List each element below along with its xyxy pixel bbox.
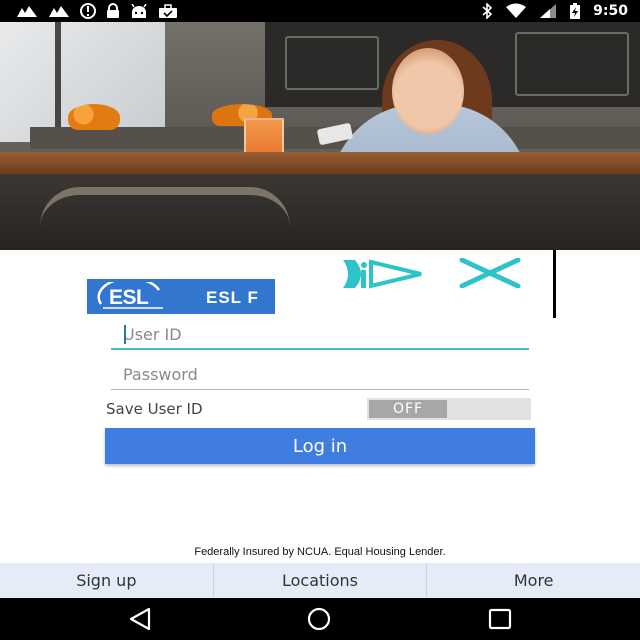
tab-sign-up[interactable]: Sign up bbox=[0, 563, 213, 598]
cell-signal-icon bbox=[540, 4, 557, 18]
alert-icon bbox=[80, 3, 96, 19]
back-icon[interactable] bbox=[127, 607, 153, 631]
text-cursor bbox=[124, 325, 126, 344]
status-bar: 9:50 bbox=[0, 0, 640, 22]
user-id-input[interactable] bbox=[111, 320, 529, 350]
home-icon[interactable] bbox=[306, 607, 332, 631]
login-button[interactable]: Log in bbox=[105, 428, 535, 464]
bluetooth-icon bbox=[482, 3, 493, 19]
logo-text: ESL bbox=[109, 286, 149, 309]
login-screen: 9:50 ESL ESL F User ID Save User ID OFF … bbox=[0, 0, 640, 640]
brand-title: ESL F bbox=[206, 288, 259, 307]
password-input[interactable] bbox=[111, 360, 529, 390]
wifi-icon bbox=[506, 3, 527, 18]
ad-play-icon[interactable] bbox=[337, 256, 427, 292]
lock-icon bbox=[107, 3, 119, 18]
ad-overlay[interactable] bbox=[275, 250, 556, 318]
save-user-id-label: Save User ID bbox=[106, 400, 203, 418]
status-system: 9:50 bbox=[481, 2, 628, 20]
briefcase-icon bbox=[159, 3, 177, 18]
battery-charging-icon bbox=[570, 3, 581, 19]
save-user-id-toggle[interactable]: OFF bbox=[367, 398, 531, 420]
clock: 9:50 bbox=[593, 3, 628, 19]
toggle-state: OFF bbox=[369, 400, 447, 418]
android-icon bbox=[131, 3, 147, 18]
hero-photo bbox=[0, 22, 640, 250]
tab-locations[interactable]: Locations bbox=[212, 563, 427, 598]
ncua-disclaimer: Federally Insured by NCUA. Equal Housing… bbox=[194, 546, 446, 558]
brand-banner: ESL ESL F bbox=[87, 279, 275, 314]
status-notifications bbox=[16, 3, 178, 19]
recents-icon[interactable] bbox=[487, 607, 513, 631]
ad-close-icon[interactable] bbox=[458, 258, 522, 288]
signal-icon bbox=[49, 6, 69, 17]
bottom-tab-bar: Sign up Locations More bbox=[0, 563, 640, 598]
navigation-bar bbox=[0, 598, 640, 640]
signal-icon bbox=[17, 6, 37, 17]
tab-more[interactable]: More bbox=[426, 563, 640, 598]
